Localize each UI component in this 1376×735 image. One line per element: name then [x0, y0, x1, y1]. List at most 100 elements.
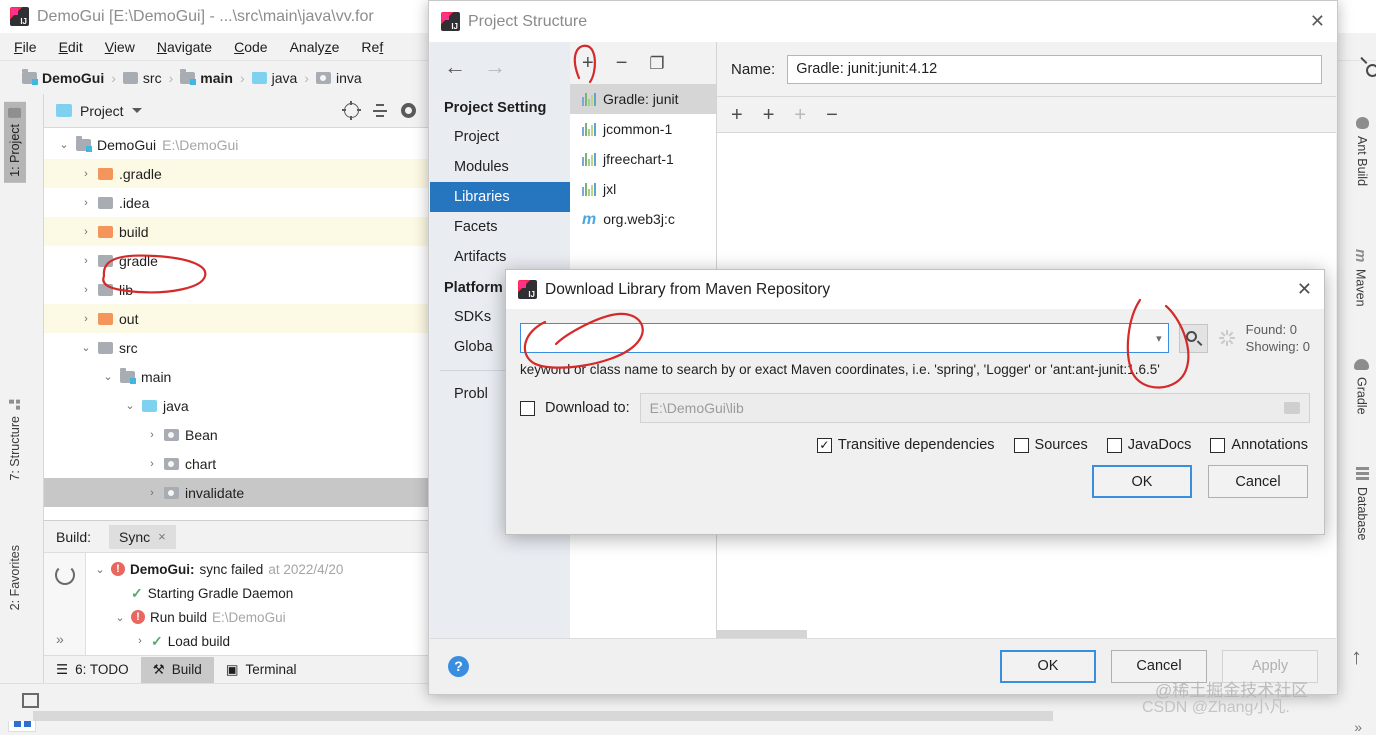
- bottom-tab-todo[interactable]: ☰ 6: TODO: [44, 657, 141, 683]
- chevron-right-icon[interactable]: ›: [80, 226, 92, 238]
- folder-browse-icon[interactable]: [1284, 402, 1300, 414]
- menu-view[interactable]: View: [105, 39, 135, 55]
- bottom-tab-build[interactable]: ⚒ Build: [140, 656, 214, 683]
- tree-node[interactable]: › lib: [44, 275, 428, 304]
- tree-node[interactable]: › .idea: [44, 188, 428, 217]
- locate-icon[interactable]: [342, 101, 361, 120]
- scroll-up-icon[interactable]: ↑: [1351, 644, 1362, 670]
- collapse-all-icon[interactable]: [373, 103, 387, 118]
- tree-node[interactable]: › chart: [44, 449, 428, 478]
- nav-item-modules[interactable]: Modules: [430, 152, 570, 182]
- sidebar-item-gradle[interactable]: Gradle: [1349, 354, 1374, 420]
- option-javadocs[interactable]: JavaDocs: [1106, 437, 1191, 453]
- library-list-item[interactable]: jcommon-1: [570, 114, 716, 144]
- add-from-dir-icon[interactable]: +: [794, 105, 806, 125]
- horizontal-scrollbar[interactable]: [33, 711, 1053, 721]
- chevron-down-icon[interactable]: [131, 108, 142, 113]
- refresh-icon[interactable]: [54, 565, 75, 585]
- chevron-down-icon[interactable]: ⌄: [94, 563, 106, 576]
- breadcrumb-item-src[interactable]: src: [122, 70, 162, 86]
- build-tab-sync[interactable]: Sync ×: [109, 524, 176, 549]
- breadcrumb-item-main[interactable]: main: [180, 68, 233, 86]
- option-annotations[interactable]: Annotations: [1210, 437, 1308, 453]
- build-row[interactable]: ⌄! Run build E:\DemoGui: [86, 605, 428, 629]
- checkbox[interactable]: ✓: [816, 437, 832, 453]
- tree-node[interactable]: › invalidate: [44, 478, 428, 507]
- chevron-right-icon[interactable]: ›: [146, 458, 158, 470]
- chevron-right-icon[interactable]: ›: [146, 429, 158, 441]
- chevron-right-icon[interactable]: ›: [80, 168, 92, 180]
- ok-button[interactable]: OK: [1000, 649, 1096, 683]
- library-name-input[interactable]: Gradle: junit:junit:4.12: [787, 54, 1322, 84]
- tree-node[interactable]: › gradle: [44, 246, 428, 275]
- build-row[interactable]: ⌄! DemoGui: sync failed at 2022/4/20: [86, 557, 428, 581]
- checkbox[interactable]: [1210, 437, 1226, 453]
- library-list-item[interactable]: Gradle: junit: [570, 84, 716, 114]
- download-path-input[interactable]: E:\DemoGui\lib: [639, 393, 1310, 423]
- minus-icon[interactable]: −: [616, 53, 628, 73]
- ok-button[interactable]: OK: [1092, 465, 1192, 498]
- menu-refactor[interactable]: Ref: [361, 39, 383, 55]
- chevron-down-icon[interactable]: ⌄: [114, 611, 126, 624]
- sidebar-item-ant-build[interactable]: Ant Build: [1350, 112, 1374, 191]
- back-icon[interactable]: ←: [444, 54, 466, 80]
- tree-node[interactable]: ⌄ src: [44, 333, 428, 362]
- sidebar-item-structure[interactable]: 7: Structure: [4, 394, 26, 487]
- tree-node[interactable]: ⌄ java: [44, 391, 428, 420]
- nav-item-libraries[interactable]: Libraries: [430, 182, 570, 212]
- help-icon[interactable]: ?: [448, 655, 469, 677]
- checkbox[interactable]: [1013, 437, 1029, 453]
- remove-icon[interactable]: −: [826, 105, 838, 125]
- copy-icon[interactable]: ❐: [649, 55, 664, 72]
- plus-icon[interactable]: +: [582, 53, 594, 73]
- sidebar-item-favorites[interactable]: 2: Favorites: [4, 539, 26, 616]
- menu-edit[interactable]: Edit: [59, 39, 83, 55]
- sidebar-item-maven[interactable]: m Maven: [1347, 244, 1374, 312]
- menu-navigate[interactable]: Navigate: [157, 39, 212, 55]
- chevron-right-icon[interactable]: ›: [80, 313, 92, 325]
- sidebar-item-project[interactable]: 1: Project: [4, 102, 26, 183]
- expand-icon[interactable]: »: [56, 631, 64, 647]
- build-row[interactable]: › ✓ Load build: [86, 629, 428, 653]
- menu-code[interactable]: Code: [234, 39, 267, 55]
- close-icon[interactable]: ✕: [1310, 11, 1325, 32]
- checkbox[interactable]: [1106, 437, 1122, 453]
- nav-item-facets[interactable]: Facets: [430, 212, 570, 242]
- chevron-down-icon[interactable]: ⌄: [58, 138, 70, 151]
- sidebar-item-database[interactable]: Database: [1350, 462, 1374, 546]
- close-icon[interactable]: ✕: [1297, 279, 1312, 300]
- add-icon[interactable]: +: [731, 105, 743, 125]
- option-sources[interactable]: Sources: [1013, 437, 1088, 453]
- chevron-down-icon[interactable]: ⌄: [102, 370, 114, 383]
- breadcrumb-item-demogui[interactable]: DemoGui: [22, 68, 104, 86]
- add-from-repo-icon[interactable]: +: [763, 105, 775, 125]
- menu-analyze[interactable]: Analyze: [290, 39, 340, 55]
- chevron-down-icon[interactable]: ⌄: [80, 341, 92, 354]
- chevron-right-icon[interactable]: ›: [134, 635, 146, 647]
- search-button[interactable]: [1178, 323, 1208, 353]
- library-list-item[interactable]: m org.web3j:c: [570, 204, 716, 234]
- tree-node[interactable]: › .gradle: [44, 159, 428, 188]
- close-icon[interactable]: ×: [158, 529, 166, 544]
- tree-node[interactable]: ⌄ DemoGui E:\DemoGui: [44, 130, 428, 159]
- nav-item-project[interactable]: Project: [430, 122, 570, 152]
- nav-item-artifacts[interactable]: Artifacts: [430, 242, 570, 272]
- chevron-right-icon[interactable]: ›: [80, 255, 92, 267]
- chevron-down-icon[interactable]: ▾: [1156, 332, 1162, 345]
- tree-node[interactable]: › Bean: [44, 420, 428, 449]
- menu-file[interactable]: File: [14, 39, 37, 55]
- breadcrumb-item-invalidate[interactable]: inva: [315, 70, 362, 86]
- build-row[interactable]: ✓ Starting Gradle Daemon: [86, 581, 428, 605]
- chevron-down-icon[interactable]: ⌄: [124, 399, 136, 412]
- breadcrumb-item-java[interactable]: java: [251, 70, 297, 86]
- library-list-item[interactable]: jxl: [570, 174, 716, 204]
- download-to-checkbox[interactable]: [520, 400, 535, 416]
- chevron-right-icon[interactable]: ›: [80, 197, 92, 209]
- gear-icon[interactable]: [401, 103, 416, 118]
- tree-node[interactable]: › out: [44, 304, 428, 333]
- chevron-right-icon[interactable]: ›: [80, 284, 92, 296]
- forward-icon[interactable]: →: [484, 54, 506, 80]
- option-transitive-dependencies[interactable]: ✓ Transitive dependencies: [816, 437, 995, 453]
- window-layout-icon[interactable]: [22, 693, 39, 708]
- search-input[interactable]: ▾: [520, 323, 1169, 353]
